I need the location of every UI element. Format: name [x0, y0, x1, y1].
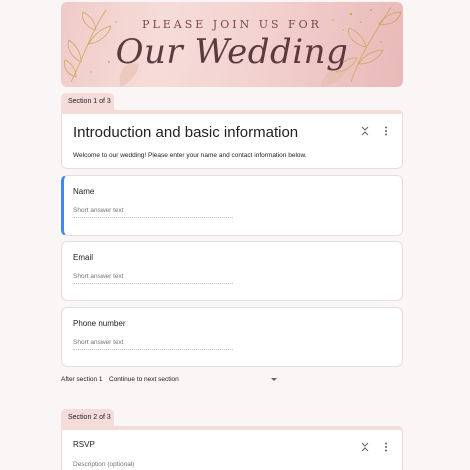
header-banner-image: PLEASE JOIN US FOR Our Wedding	[61, 2, 403, 87]
more-vert-icon[interactable]	[379, 124, 393, 138]
question-card-name[interactable]: Name Short answer text	[61, 175, 403, 236]
after-section-row: After section 1 Continue to next section	[61, 376, 281, 386]
section-2-tab-label: Section 2 of 3	[61, 409, 114, 427]
question-title[interactable]: Name	[73, 187, 94, 196]
after-section-selected-value: Continue to next section	[109, 376, 179, 383]
section-2-title[interactable]: RSVP	[73, 440, 95, 449]
collapse-icon[interactable]	[358, 124, 372, 138]
after-section-label: After section 1	[61, 376, 103, 383]
short-answer-placeholder: Short answer text	[73, 339, 233, 350]
banner-kicker-text: PLEASE JOIN US FOR	[142, 18, 322, 31]
after-section-dropdown[interactable]: Continue to next section	[109, 376, 277, 383]
section-2-header-card[interactable]: RSVP Description (optional)	[61, 430, 403, 470]
more-vert-icon[interactable]	[379, 440, 393, 454]
collapse-icon[interactable]	[358, 440, 372, 454]
question-title[interactable]: Phone number	[73, 319, 125, 328]
section-1-description[interactable]: Welcome to our wedding! Please enter you…	[73, 152, 307, 159]
question-card-phone[interactable]: Phone number Short answer text	[61, 307, 403, 367]
question-title[interactable]: Email	[73, 253, 93, 262]
short-answer-placeholder: Short answer text	[73, 207, 233, 218]
question-card-email[interactable]: Email Short answer text	[61, 241, 403, 301]
short-answer-placeholder: Short answer text	[73, 273, 233, 284]
section-1-tab-label: Section 1 of 3	[61, 93, 114, 111]
dropdown-caret-icon[interactable]	[271, 378, 277, 381]
banner-title-text: Our Wedding	[115, 32, 349, 72]
section-1-title[interactable]: Introduction and basic information	[73, 124, 298, 141]
section-1-header-card[interactable]: Introduction and basic information Welco…	[61, 114, 403, 169]
section-2-description-input[interactable]: Description (optional)	[73, 461, 134, 468]
